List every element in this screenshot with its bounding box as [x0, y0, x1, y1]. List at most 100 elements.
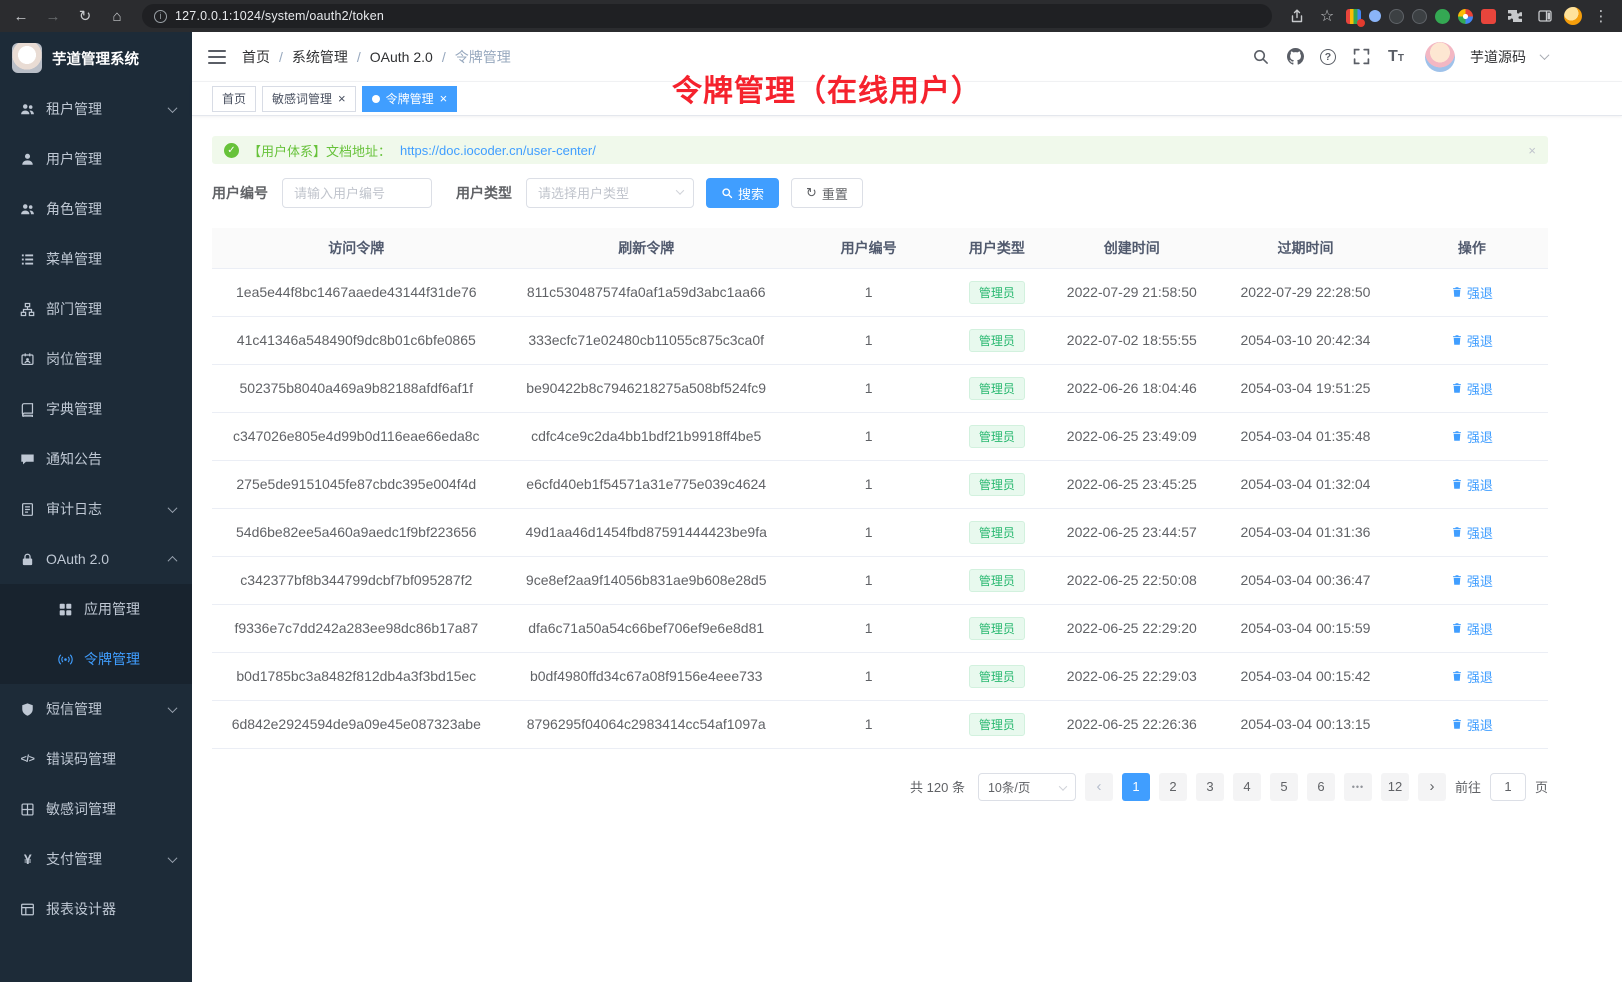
- user-type-select[interactable]: [526, 178, 694, 208]
- split-view-icon[interactable]: [1534, 5, 1556, 27]
- extension-icon[interactable]: [1369, 10, 1381, 22]
- sidebar-item-app[interactable]: 应用管理: [0, 584, 192, 634]
- pager-page-2[interactable]: 2: [1159, 773, 1187, 801]
- pager-page-6[interactable]: 6: [1307, 773, 1335, 801]
- force-logout-button[interactable]: 强退: [1451, 619, 1493, 638]
- sidebar-item-oauth2[interactable]: OAuth 2.0: [0, 534, 192, 584]
- sidebar-item-sensitive[interactable]: 敏感词管理: [0, 784, 192, 834]
- pin-icon[interactable]: [1481, 9, 1496, 24]
- back-icon[interactable]: [10, 5, 32, 27]
- user-id-cell: 1: [792, 556, 946, 604]
- pager-page-1[interactable]: 1: [1122, 773, 1150, 801]
- reload-icon[interactable]: [74, 5, 96, 27]
- sidebar-item-user[interactable]: 用户管理: [0, 134, 192, 184]
- sidebar-item-token[interactable]: 令牌管理: [0, 634, 192, 684]
- sidebar-item-role[interactable]: 角色管理: [0, 184, 192, 234]
- expire-time-cell: 2054-03-04 00:15:59: [1215, 604, 1395, 652]
- chevron-down-icon[interactable]: [1540, 50, 1550, 60]
- sidebar-item-dict[interactable]: 字典管理: [0, 384, 192, 434]
- breadcrumb-item[interactable]: OAuth 2.0: [370, 49, 433, 65]
- alert-close-icon[interactable]: [1528, 143, 1536, 158]
- search-icon[interactable]: [1250, 47, 1270, 67]
- user-type-badge: 管理员: [969, 521, 1025, 544]
- extension-pinwheel-icon[interactable]: [1458, 9, 1473, 24]
- extension-icon[interactable]: [1435, 9, 1450, 24]
- tenant-icon: [20, 102, 35, 117]
- code-icon: </>: [20, 752, 35, 767]
- browser-profile-avatar[interactable]: [1564, 7, 1582, 25]
- expire-time-cell: 2054-03-04 00:36:47: [1215, 556, 1395, 604]
- force-logout-button[interactable]: 强退: [1451, 331, 1493, 350]
- breadcrumb-item[interactable]: 首页: [242, 47, 270, 67]
- sidebar-item-menu[interactable]: 菜单管理: [0, 234, 192, 284]
- breadcrumb-item[interactable]: 系统管理: [292, 47, 348, 67]
- pager-page-4[interactable]: 4: [1233, 773, 1261, 801]
- user-type-select-input[interactable]: [526, 178, 694, 208]
- hamburger-icon[interactable]: [208, 50, 226, 64]
- user-id-input[interactable]: [282, 178, 432, 208]
- user-id-cell: 1: [792, 364, 946, 412]
- expire-time-cell: 2054-03-04 01:32:04: [1215, 460, 1395, 508]
- font-size-icon[interactable]: [1386, 47, 1406, 67]
- user-avatar[interactable]: [1425, 42, 1455, 72]
- page-size-select[interactable]: 10条/页: [978, 773, 1076, 801]
- sidebar-item-dept[interactable]: 部门管理: [0, 284, 192, 334]
- sidebar-item-label: 令牌管理: [84, 649, 176, 669]
- alert-link[interactable]: https://doc.iocoder.cn/user-center/: [400, 143, 596, 158]
- browser-menu-icon[interactable]: [1590, 5, 1612, 27]
- pager-ellipsis[interactable]: •••: [1344, 773, 1372, 801]
- github-icon[interactable]: [1285, 47, 1305, 67]
- sidebar-item-notice[interactable]: 通知公告: [0, 434, 192, 484]
- reset-button[interactable]: 重置: [791, 178, 863, 208]
- site-info-icon[interactable]: [154, 10, 167, 23]
- sidebar-item-pay[interactable]: ¥支付管理: [0, 834, 192, 884]
- bookmark-star-icon[interactable]: [1316, 5, 1338, 27]
- refresh-token-cell: 811c530487574fa0af1a59d3abc1aa66: [501, 268, 792, 316]
- tab-close-icon[interactable]: [338, 92, 346, 106]
- username[interactable]: 芋道源码: [1470, 47, 1526, 67]
- pager-next-button[interactable]: [1418, 773, 1446, 801]
- force-logout-button[interactable]: 强退: [1451, 379, 1493, 398]
- home-icon[interactable]: [106, 5, 128, 27]
- force-logout-button[interactable]: 强退: [1451, 283, 1493, 302]
- token-table: 访问令牌刷新令牌用户编号用户类型创建时间过期时间操作 1ea5e44f8bc14…: [212, 228, 1548, 749]
- tab-sensitive-word[interactable]: 敏感词管理: [262, 86, 356, 112]
- forward-icon[interactable]: [42, 5, 64, 27]
- refresh-token-cell: b0df4980ffd34c67a08f9156e4eee733: [501, 652, 792, 700]
- pager-page-12[interactable]: 12: [1381, 773, 1409, 801]
- app-logo-row[interactable]: 芋道管理系统: [0, 32, 192, 84]
- sidebar-item-post[interactable]: 岗位管理: [0, 334, 192, 384]
- alert-text: 【用户体系】文档地址：: [248, 141, 391, 160]
- force-logout-button[interactable]: 强退: [1451, 475, 1493, 494]
- force-logout-button[interactable]: 强退: [1451, 571, 1493, 590]
- url-bar[interactable]: 127.0.0.1:1024/system/oauth2/token: [142, 4, 1272, 28]
- tab-token[interactable]: 令牌管理: [362, 86, 458, 112]
- pager-page-5[interactable]: 5: [1270, 773, 1298, 801]
- force-logout-button[interactable]: 强退: [1451, 427, 1493, 446]
- share-icon[interactable]: [1286, 5, 1308, 27]
- pager-page-3[interactable]: 3: [1196, 773, 1224, 801]
- extension-icon[interactable]: [1389, 9, 1404, 24]
- pager-prev-button[interactable]: [1085, 773, 1113, 801]
- tab-home[interactable]: 首页: [212, 86, 256, 112]
- force-logout-button[interactable]: 强退: [1451, 523, 1493, 542]
- sidebar-item-tenant[interactable]: 租户管理: [0, 84, 192, 134]
- puzzle-icon[interactable]: [1504, 5, 1526, 27]
- extension-icon[interactable]: [1346, 9, 1361, 24]
- user-type-badge: 管理员: [969, 281, 1025, 304]
- fullscreen-icon[interactable]: [1351, 47, 1371, 67]
- help-icon[interactable]: [1320, 49, 1336, 65]
- goto-page-input[interactable]: [1490, 773, 1526, 801]
- delete-icon: [1451, 670, 1463, 682]
- force-logout-button[interactable]: 强退: [1451, 667, 1493, 686]
- sidebar-item-sms[interactable]: 短信管理: [0, 684, 192, 734]
- force-logout-button[interactable]: 强退: [1451, 715, 1493, 734]
- search-button[interactable]: 搜索: [706, 178, 779, 208]
- sidebar-item-errcode[interactable]: </>错误码管理: [0, 734, 192, 784]
- tab-close-icon[interactable]: [440, 92, 448, 106]
- sidebar-item-audit[interactable]: 审计日志: [0, 484, 192, 534]
- sidebar-item-report[interactable]: 报表设计器: [0, 884, 192, 934]
- user-type-badge: 管理员: [969, 329, 1025, 352]
- refresh-token-cell: 9ce8ef2aa9f14056b831ae9b608e28d5: [501, 556, 792, 604]
- extension-icon[interactable]: [1412, 9, 1427, 24]
